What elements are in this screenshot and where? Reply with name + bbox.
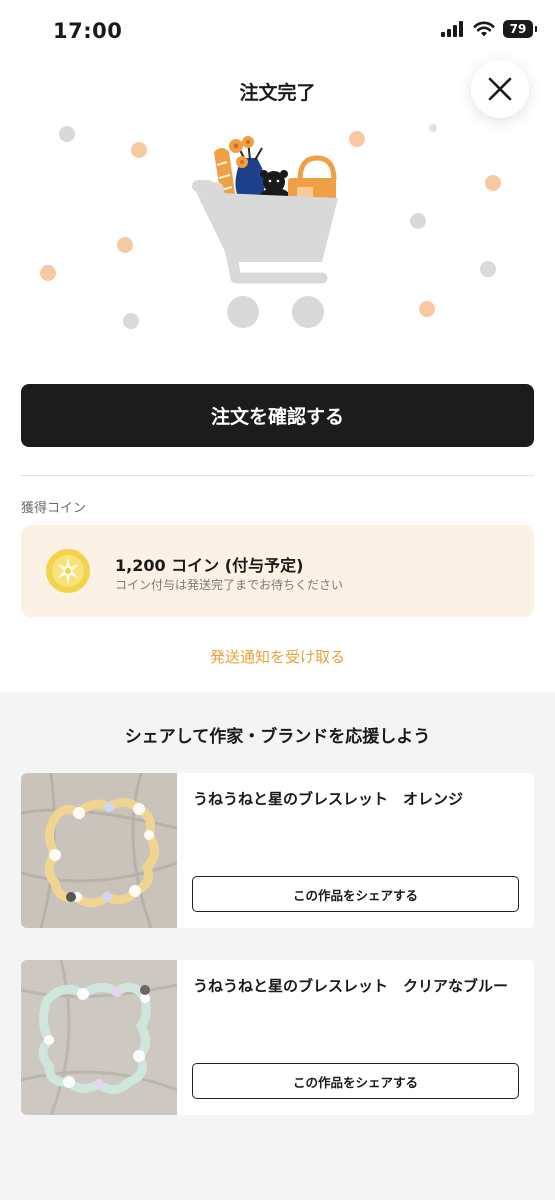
order-complete-illustration	[0, 122, 555, 342]
battery-icon: 79	[503, 20, 537, 38]
shipping-notification-link[interactable]: 発送通知を受け取る	[0, 646, 555, 667]
divider	[21, 475, 534, 476]
status-bar: 17:00 79	[0, 0, 555, 62]
product-name[interactable]: うねうねと星のブレスレット クリアなブルー	[193, 975, 518, 997]
product-name[interactable]: うねうねと星のブレスレット オレンジ	[193, 788, 518, 810]
share-product-button[interactable]: この作品をシェアする	[192, 1063, 519, 1099]
status-icons: 79	[441, 20, 537, 38]
close-button[interactable]	[471, 60, 529, 118]
share-product-button[interactable]: この作品をシェアする	[192, 876, 519, 912]
signal-icon	[441, 21, 463, 37]
wifi-icon	[473, 21, 495, 37]
product-image[interactable]	[21, 960, 178, 1115]
coin-card: 1,200 コイン (付与予定) コイン付与は発送完了までお待ちください	[21, 525, 534, 617]
product-card: うねうねと星のブレスレット クリアなブルー この作品をシェアする	[21, 960, 534, 1115]
share-section: シェアして作家・ブランドを応援しよう うねうねと星のブレスレット オレンジ この…	[0, 692, 555, 1200]
confirm-order-button[interactable]: 注文を確認する	[21, 384, 534, 447]
coin-icon	[46, 549, 90, 593]
coin-section-label: 獲得コイン	[21, 501, 87, 516]
share-section-title: シェアして作家・ブランドを応援しよう	[124, 727, 431, 747]
coin-note: コイン付与は発送完了までお待ちください	[115, 578, 344, 592]
product-card: うねうねと星のブレスレット オレンジ この作品をシェアする	[21, 773, 534, 928]
close-icon	[488, 77, 512, 101]
status-time: 17:00	[53, 19, 123, 43]
product-image[interactable]	[21, 773, 178, 928]
coin-amount: 1,200 コイン (付与予定)	[115, 556, 304, 575]
